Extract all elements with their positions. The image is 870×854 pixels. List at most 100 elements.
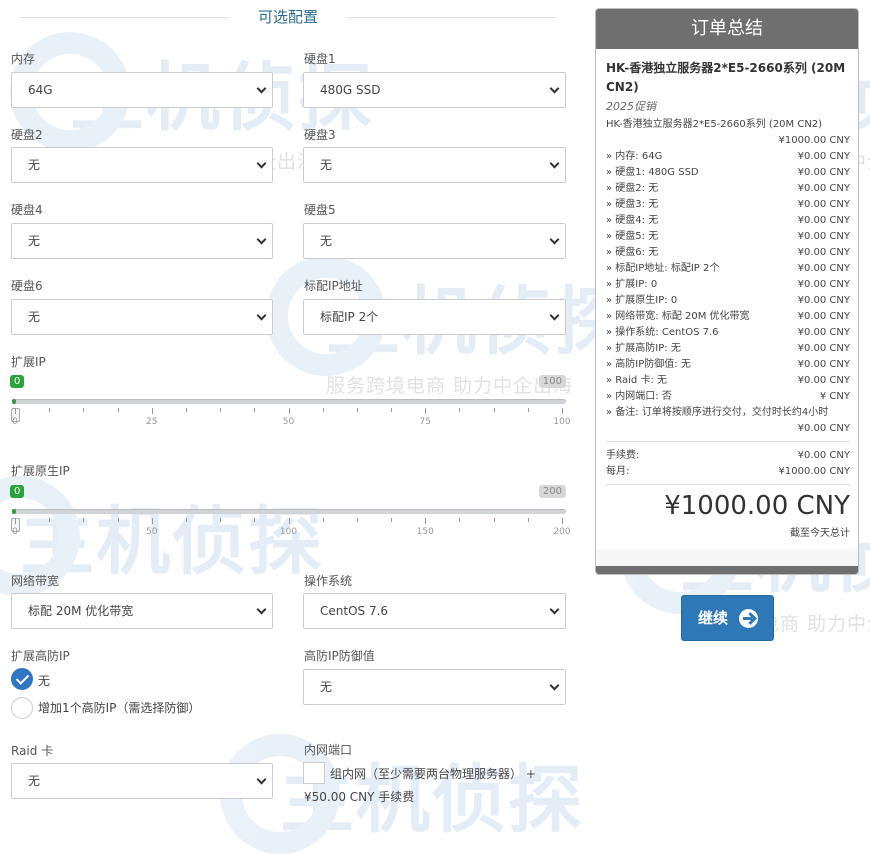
disk3-select[interactable]: 无 [303,147,566,183]
summary-item-price: ¥0.00 CNY [797,295,850,306]
summary-fee-row: 手续费: ¥0.00 CNY [606,448,850,464]
disk5-select[interactable]: 无 [303,223,566,259]
memory-select-value: 64G [28,83,53,97]
summary-note-price: ¥0.00 CNY [797,423,850,434]
std-ip-select-value: 标配IP 2个 [320,310,379,324]
summary-item-label: » 内网端口: 否 [606,391,672,402]
slider-tick-label: 25 [146,417,158,427]
slider-track[interactable] [12,509,566,514]
chevron-down-icon [550,237,559,246]
intranet-label: 内网端口 [304,743,353,757]
summary-item-label: » 硬盘6: 无 [606,247,659,258]
slider-minor-tick [527,408,529,412]
slider-tick-label: 0 [12,417,18,427]
std-ip-select[interactable]: 标配IP 2个 [303,299,566,335]
disk4-select-value: 无 [28,234,41,248]
summary-item-row: » 硬盘5: 无 ¥0.00 CNY [606,229,850,245]
summary-item-label: » 网络带宽: 标配 20M 优化带宽 [606,311,750,322]
product-group: 2025促销 [606,100,656,113]
os-label: 操作系统 [304,574,353,588]
slider-tick-label: 100 [553,417,571,427]
summary-item-row: » 硬盘4: 无 ¥0.00 CNY [606,213,850,229]
ddos-value-label: 高防IP防御值 [304,649,375,663]
summary-item-label: » 硬盘3: 无 [606,199,659,210]
chevron-down-icon [550,313,559,322]
slider-min-badge: 0 [10,375,25,388]
disk4-select[interactable]: 无 [11,223,273,259]
slider-track[interactable] [12,399,566,404]
slider-minor-tick [493,408,495,412]
os-select[interactable]: CentOS 7.6 [303,593,566,629]
ddos-none-radio[interactable] [11,668,33,690]
summary-item-label: » Raid 卡: 无 [606,375,668,386]
slider-tick-label: 200 [553,527,571,537]
slider-minor-tick [459,408,461,412]
chevron-down-icon [257,777,266,786]
ddos-add-radio[interactable] [11,697,33,719]
slider-major-tick [15,518,16,524]
slider-major-tick [425,408,427,414]
slider-minor-tick [254,408,256,412]
summary-fee-label: 手续费: [606,450,640,461]
disk2-label: 硬盘2 [11,128,43,142]
intranet-fee: ¥50.00 CNY 手续费 [304,790,415,804]
summary-item-row: » 内存: 64G ¥0.00 CNY [606,149,850,165]
summary-item-label: » 硬盘5: 无 [606,231,659,242]
slider-tick-label: 75 [419,417,431,427]
slider-minor-tick [459,518,461,522]
summary-item-label: » 扩展IP: 0 [606,279,658,290]
intranet-checkbox[interactable] [303,762,325,784]
disk2-select[interactable]: 无 [11,147,273,183]
summary-item-label: » 高防IP防御值: 无 [606,359,691,370]
chevron-down-icon [257,237,266,246]
order-summary-title: 订单总结 [596,9,858,49]
slider-minor-tick [49,408,51,412]
summary-item-price: ¥0.00 CNY [797,215,850,226]
ext-native-ip-label: 扩展原生IP [11,464,70,478]
summary-item-label: » 硬盘1: 480G SSD [606,167,699,178]
summary-item-price: ¥0.00 CNY [797,247,850,258]
disk5-label: 硬盘5 [304,203,336,217]
summary-item-row: » 网络带宽: 标配 20M 优化带宽 ¥0.00 CNY [606,309,850,325]
slider-minor-tick [322,408,324,412]
slider-major-tick [288,408,290,414]
order-summary-body: HK-香港独立服务器2*E5-2660系列 (20M CN2) 2025促销 H… [596,49,858,549]
ddos-value-select[interactable]: 无 [303,669,566,705]
slider-major-tick [562,408,563,414]
ddos-value-select-value: 无 [320,680,333,694]
summary-items: » 内存: 64G ¥0.00 CNY » 硬盘1: 480G SSD ¥0.00 C… [606,149,850,405]
summary-item-label: » 硬盘4: 无 [606,215,659,226]
disk1-select[interactable]: 480G SSD [303,72,566,108]
bandwidth-select-value: 标配 20M 优化带宽 [28,604,134,618]
slider-major-tick [288,518,290,524]
disk6-label: 硬盘6 [11,279,43,293]
summary-item-row: » Raid 卡: 无 ¥0.00 CNY [606,373,850,389]
summary-item-row: » 扩展高防IP: 无 ¥0.00 CNY [606,341,850,357]
std-ip-label: 标配IP地址 [304,279,363,293]
summary-item-price: ¥0.00 CNY [797,343,850,354]
slider-minor-tick [322,518,324,522]
slider-tick-label: 50 [146,527,158,537]
summary-item-price: ¥0.00 CNY [797,279,850,290]
intranet-checkbox-label: 组内网（至少需要两台物理服务器） + [330,767,536,781]
summary-item-row: » 硬盘1: 480G SSD ¥0.00 CNY [606,165,850,181]
summary-item-label: » 标配IP地址: 标配IP 2个 [606,263,720,274]
slider-minor-tick [49,518,51,522]
order-summary: 订单总结 HK-香港独立服务器2*E5-2660系列 (20M CN2) 202… [595,8,859,575]
slider-tick-label: 100 [279,527,298,537]
disk6-select[interactable]: 无 [11,299,273,335]
product-name: HK-香港独立服务器2*E5-2660系列 (20M CN2) [606,61,846,94]
ddos-none-label: 无 [38,674,51,688]
summary-item-row: » 高防IP防御值: 无 ¥0.00 CNY [606,357,850,373]
slider-major-tick [151,408,153,414]
ext-native-ip-slider[interactable]: 0 200 0 50 100 150 200 [10,485,571,549]
continue-button[interactable]: 继续 [681,595,774,641]
raid-select[interactable]: 无 [11,763,273,799]
ext-ip-slider[interactable]: 0 100 0 25 50 75 100 [10,375,571,439]
disk2-select-value: 无 [28,158,41,172]
continue-button-label: 继续 [698,609,729,627]
bandwidth-select[interactable]: 标配 20M 优化带宽 [11,593,273,629]
memory-select[interactable]: 64G [11,72,273,108]
section-title-text: 可选配置 [257,8,318,26]
summary-item-price: ¥0.00 CNY [797,375,850,386]
